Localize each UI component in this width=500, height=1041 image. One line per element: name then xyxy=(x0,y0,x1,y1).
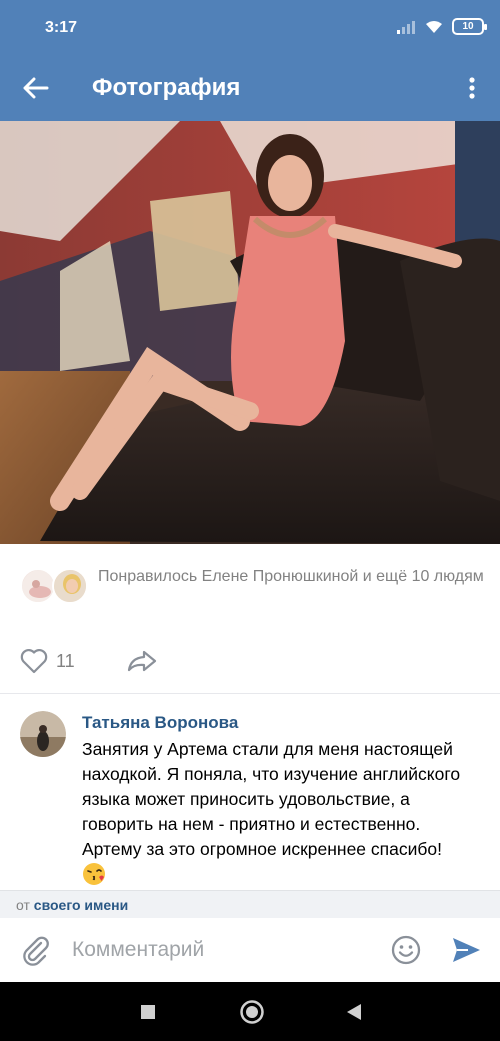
system-nav-bar xyxy=(0,982,500,1041)
kiss-emoji-icon xyxy=(83,863,105,885)
comment-from-bar: от своего имени xyxy=(0,890,500,918)
recents-button[interactable] xyxy=(134,998,162,1026)
smile-icon xyxy=(391,935,421,965)
comment-composer xyxy=(0,918,500,982)
status-icons: 10 xyxy=(396,18,487,35)
like-button[interactable]: 11 xyxy=(20,646,75,676)
share-icon xyxy=(127,650,157,672)
battery-level: 10 xyxy=(462,21,474,32)
page-title: Фотография xyxy=(92,74,241,101)
likes-summary[interactable]: Понравилось Елене Пронюшкиной и ещё 10 л… xyxy=(0,562,500,614)
back-nav-button[interactable] xyxy=(340,998,368,1026)
home-circle-icon xyxy=(240,1000,264,1024)
status-time: 3:17 xyxy=(45,19,78,36)
emoji-button[interactable] xyxy=(390,934,422,966)
post-actions: 11 xyxy=(0,640,500,680)
share-button[interactable] xyxy=(126,646,160,676)
comment-text: Занятия у Артема стали для меня настояще… xyxy=(82,737,462,888)
divider xyxy=(0,693,500,694)
app-bar: Фотография xyxy=(0,55,500,121)
arrow-left-icon xyxy=(23,77,49,99)
photo-image xyxy=(0,121,500,544)
from-prefix: от xyxy=(16,897,30,913)
avatar[interactable] xyxy=(20,711,66,757)
wifi-icon xyxy=(426,20,442,33)
from-identity-link[interactable]: своего имени xyxy=(34,897,128,913)
comment-input[interactable] xyxy=(72,932,372,968)
more-options-button[interactable] xyxy=(458,70,486,106)
signal-icon xyxy=(397,20,415,34)
liker-avatar xyxy=(20,568,56,604)
send-button[interactable] xyxy=(450,934,482,966)
comment-body: Занятия у Артема стали для меня настояще… xyxy=(82,739,461,859)
liker-avatar xyxy=(52,568,88,604)
square-icon xyxy=(141,1005,155,1019)
photo[interactable] xyxy=(0,121,500,544)
send-icon xyxy=(453,938,480,962)
likes-summary-text: Понравилось Елене Пронюшкиной и ещё 10 л… xyxy=(98,568,484,585)
battery-icon: 10 xyxy=(452,18,487,35)
attach-button[interactable] xyxy=(20,934,52,966)
comment-item: Татьяна Воронова Занятия у Артема стали … xyxy=(0,705,500,890)
more-vertical-icon xyxy=(469,77,475,99)
paperclip-icon xyxy=(23,936,49,966)
home-button[interactable] xyxy=(238,998,266,1026)
triangle-back-icon xyxy=(347,1004,361,1020)
back-button[interactable] xyxy=(16,70,56,106)
heart-icon xyxy=(20,649,48,674)
comment-author[interactable]: Татьяна Воронова xyxy=(82,713,238,733)
like-count: 11 xyxy=(56,650,75,671)
status-bar: 3:17 10 xyxy=(0,0,500,55)
